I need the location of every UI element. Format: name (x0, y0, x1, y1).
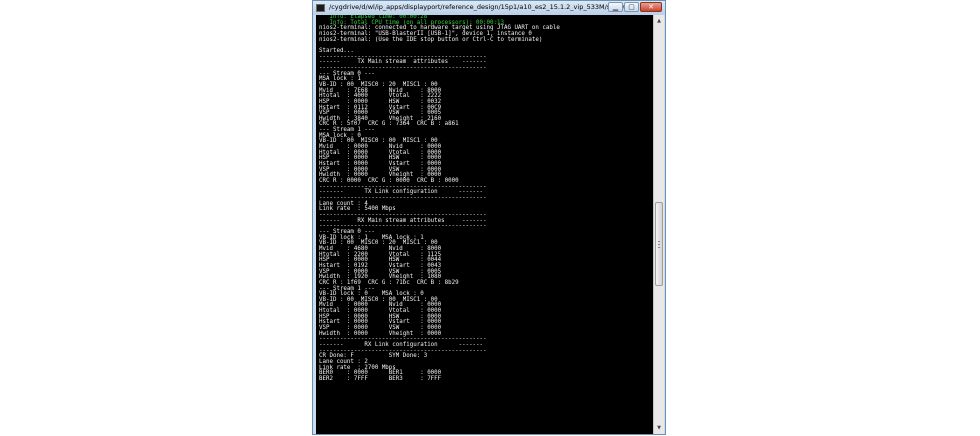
scroll-down-arrow-icon[interactable]: ▼ (655, 424, 663, 432)
maximize-button[interactable]: ▢ (624, 2, 639, 12)
terminal-icon (316, 4, 325, 12)
terminal-window: /cygdrive/d/wl/ip_apps/displayport/refer… (312, 0, 666, 435)
title-bar[interactable]: /cygdrive/d/wl/ip_apps/displayport/refer… (313, 1, 665, 15)
close-button[interactable]: ✕ (640, 2, 662, 12)
minimize-button[interactable]: ▁ (608, 2, 623, 12)
vertical-scrollbar[interactable]: ▲ ▼ (653, 15, 664, 434)
console-output[interactable]: Info: Elapsed time: 00:00:28 Info: Total… (316, 15, 653, 434)
console-line: BER2 : 7FFF BER3 : 7FFF (319, 376, 442, 382)
window-title: /cygdrive/d/wl/ip_apps/displayport/refer… (329, 3, 635, 11)
scroll-thumb[interactable] (655, 202, 663, 286)
console-lines: Info: Elapsed time: 00:00:28 Info: Total… (316, 15, 653, 383)
window-controls: ▁ ▢ ✕ (608, 2, 662, 13)
scroll-up-arrow-icon[interactable]: ▲ (655, 17, 663, 25)
